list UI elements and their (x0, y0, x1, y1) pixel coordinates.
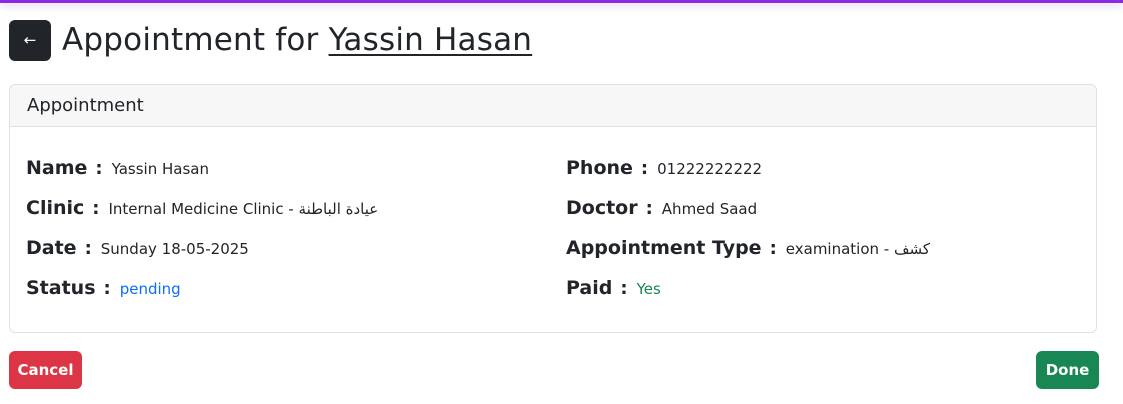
field-separator: : (640, 158, 649, 179)
field-label: Clinic (26, 197, 85, 219)
field-value: Ahmed Saad (661, 200, 758, 218)
field-separator: : (620, 278, 628, 299)
paid-value: Yes (636, 280, 661, 298)
field-value: examination - كشف (785, 240, 931, 258)
back-button[interactable]: ← (9, 19, 51, 61)
field-separator: : (645, 198, 653, 219)
field-value: 01222222222 (657, 160, 763, 178)
field-label: Appointment Type (566, 237, 762, 259)
title-prefix: Appointment for (62, 21, 319, 58)
done-button[interactable]: Done (1036, 351, 1099, 389)
field-separator: : (769, 238, 777, 259)
top-accent-bar (0, 0, 1123, 3)
field-label: Name (26, 157, 88, 179)
arrow-left-icon: ← (23, 31, 37, 49)
field-value: Sunday 18-05-2025 (100, 240, 249, 258)
appointment-card: Appointment Name : Yassin Hasan Clinic :… (9, 84, 1097, 333)
field-paid: Paid : Yes (566, 277, 661, 299)
field-status: Status : pending (26, 277, 181, 299)
field-separator: : (84, 238, 92, 259)
field-value: Yassin Hasan (111, 160, 209, 178)
field-phone: Phone : 01222222222 (566, 157, 762, 179)
field-date: Date : Sunday 18-05-2025 (26, 237, 249, 259)
field-value: Internal Medicine Clinic - عيادة الباطنة (108, 200, 379, 218)
page-title: Appointment for Yassin Hasan (62, 21, 533, 58)
page-header: ← Appointment for Yassin Hasan (9, 19, 532, 61)
cancel-button[interactable]: Cancel (9, 351, 82, 389)
patient-name-link[interactable]: Yassin Hasan (329, 22, 533, 58)
field-label: Date (26, 237, 77, 259)
field-separator: : (95, 158, 103, 179)
status-value: pending (119, 280, 181, 298)
field-separator: : (92, 198, 100, 219)
card-header: Appointment (10, 85, 1096, 127)
card-title: Appointment (27, 95, 144, 116)
field-label: Doctor (566, 197, 638, 219)
field-label: Status (26, 277, 96, 299)
field-label: Phone (566, 157, 633, 179)
field-appointment-type: Appointment Type : examination - كشف (566, 237, 930, 259)
field-separator: : (103, 278, 111, 299)
field-doctor: Doctor : Ahmed Saad (566, 197, 757, 219)
field-name: Name : Yassin Hasan (26, 157, 209, 179)
field-label: Paid (566, 277, 613, 299)
field-clinic: Clinic : Internal Medicine Clinic - عياد… (26, 197, 378, 219)
